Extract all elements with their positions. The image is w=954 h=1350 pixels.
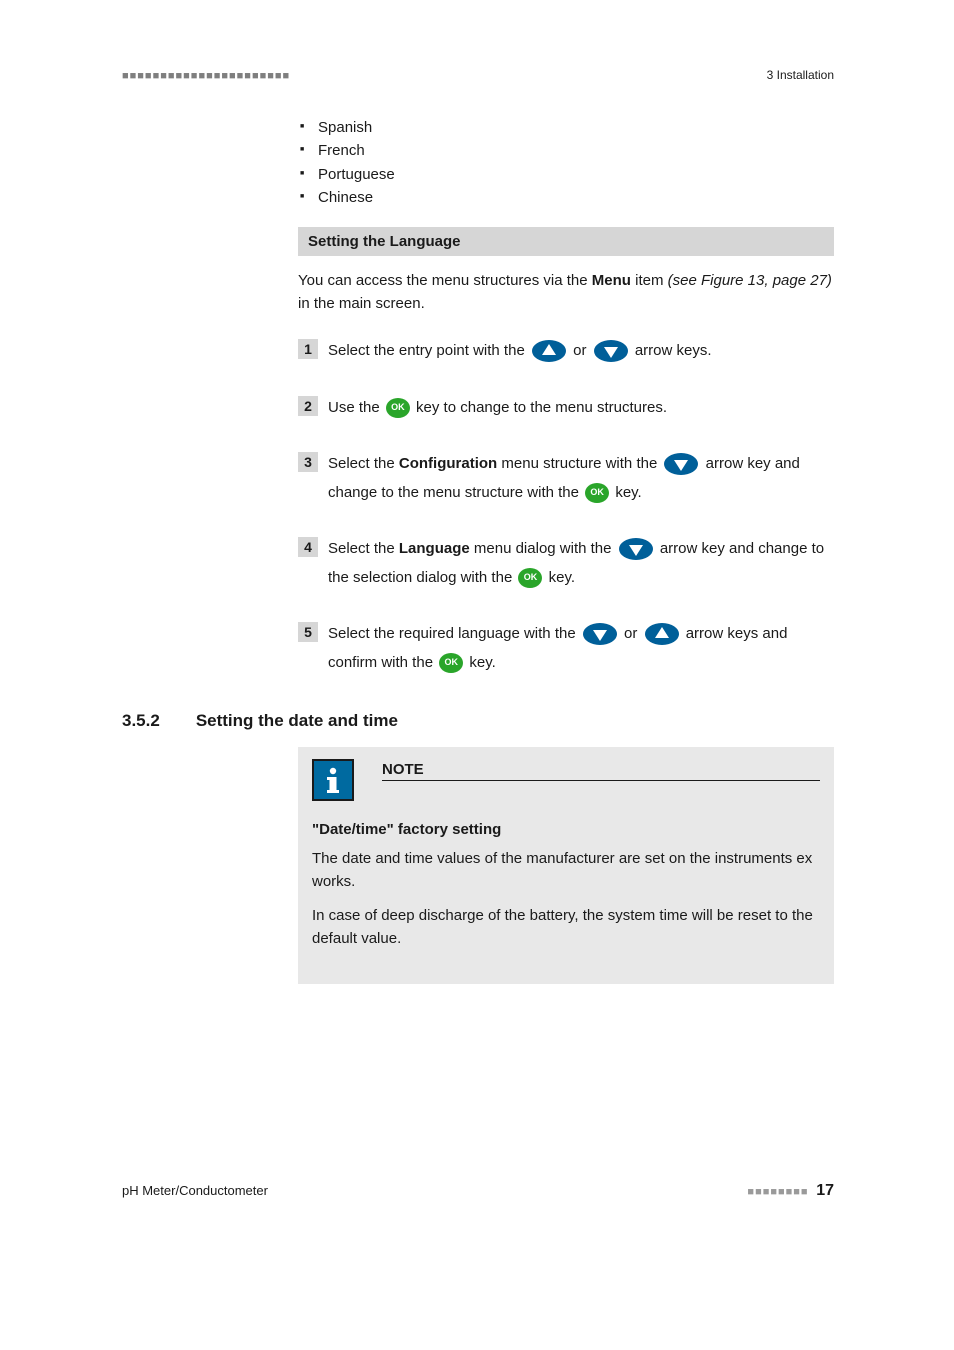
step-number: 3	[298, 452, 318, 472]
ok-key-icon	[439, 653, 463, 673]
text: in the main screen.	[298, 295, 425, 312]
ok-key-icon	[585, 483, 609, 503]
step-3: 3 Select the Configuration menu structur…	[298, 450, 834, 507]
step-2: 2 Use the key to change to the menu stru…	[298, 394, 834, 423]
figure-reference: (see Figure 13, page 27)	[668, 272, 832, 289]
subsection-number: 3.5.2	[122, 711, 160, 731]
text: Select the	[328, 455, 399, 472]
configuration-strong: Configuration	[399, 455, 497, 472]
step-number: 5	[298, 622, 318, 642]
note-paragraph: The date and time values of the manufact…	[312, 848, 820, 893]
text: menu structure with the	[497, 455, 661, 472]
header-ornament: ■■■■■■■■■■■■■■■■■■■■■■	[122, 70, 290, 82]
header-chapter: 3 Installation	[767, 68, 834, 82]
text: Select the	[328, 540, 399, 557]
arrow-up-icon	[644, 622, 680, 646]
info-icon	[312, 759, 354, 801]
text: or	[624, 625, 642, 642]
text: or	[573, 342, 591, 359]
list-item: Spanish	[298, 116, 834, 139]
footer-left: pH Meter/Conductometer	[122, 1183, 268, 1198]
note-box: NOTE "Date/time" factory setting The dat…	[298, 747, 834, 984]
arrow-up-icon	[531, 339, 567, 363]
text: arrow keys.	[635, 342, 712, 359]
page-header: ■■■■■■■■■■■■■■■■■■■■■■ 3 Installation	[122, 68, 834, 82]
text: item	[631, 272, 668, 289]
section-heading: Setting the Language	[298, 227, 834, 256]
language-strong: Language	[399, 540, 470, 557]
list-item: French	[298, 139, 834, 162]
arrow-down-icon	[618, 537, 654, 561]
list-item: Chinese	[298, 186, 834, 209]
intro-paragraph: You can access the menu structures via t…	[298, 270, 834, 315]
subsection-title: Setting the date and time	[196, 711, 398, 731]
step-number: 1	[298, 339, 318, 359]
arrow-down-icon	[663, 452, 699, 476]
step-4: 4 Select the Language menu dialog with t…	[298, 535, 834, 592]
footer-ornament: ■■■■■■■■	[747, 1186, 808, 1198]
step-5: 5 Select the required language with the …	[298, 620, 834, 677]
text: key to change to the menu structures.	[416, 399, 667, 416]
arrow-down-icon	[582, 622, 618, 646]
text: Select the required language with the	[328, 625, 580, 642]
text: key.	[549, 569, 575, 586]
text: key.	[615, 484, 641, 501]
step-number: 2	[298, 396, 318, 416]
text: Select the entry point with the	[328, 342, 529, 359]
language-list: Spanish French Portuguese Chinese	[298, 116, 834, 209]
step-1: 1 Select the entry point with the or arr…	[298, 337, 834, 366]
page-footer: pH Meter/Conductometer ■■■■■■■■ 17	[122, 1182, 834, 1200]
ok-key-icon	[386, 398, 410, 418]
list-item: Portuguese	[298, 163, 834, 186]
subsection-heading: 3.5.2 Setting the date and time	[122, 711, 834, 731]
note-title: NOTE	[382, 761, 820, 781]
ok-key-icon	[518, 568, 542, 588]
note-paragraph: In case of deep discharge of the battery…	[312, 905, 820, 950]
step-number: 4	[298, 537, 318, 557]
text: menu dialog with the	[470, 540, 616, 557]
text: Use the	[328, 399, 384, 416]
arrow-down-icon	[593, 339, 629, 363]
note-subheading: "Date/time" factory setting	[312, 821, 820, 838]
page-number: 17	[816, 1182, 834, 1199]
text: You can access the menu structures via t…	[298, 272, 592, 289]
text: key.	[469, 654, 495, 671]
menu-strong: Menu	[592, 272, 631, 289]
